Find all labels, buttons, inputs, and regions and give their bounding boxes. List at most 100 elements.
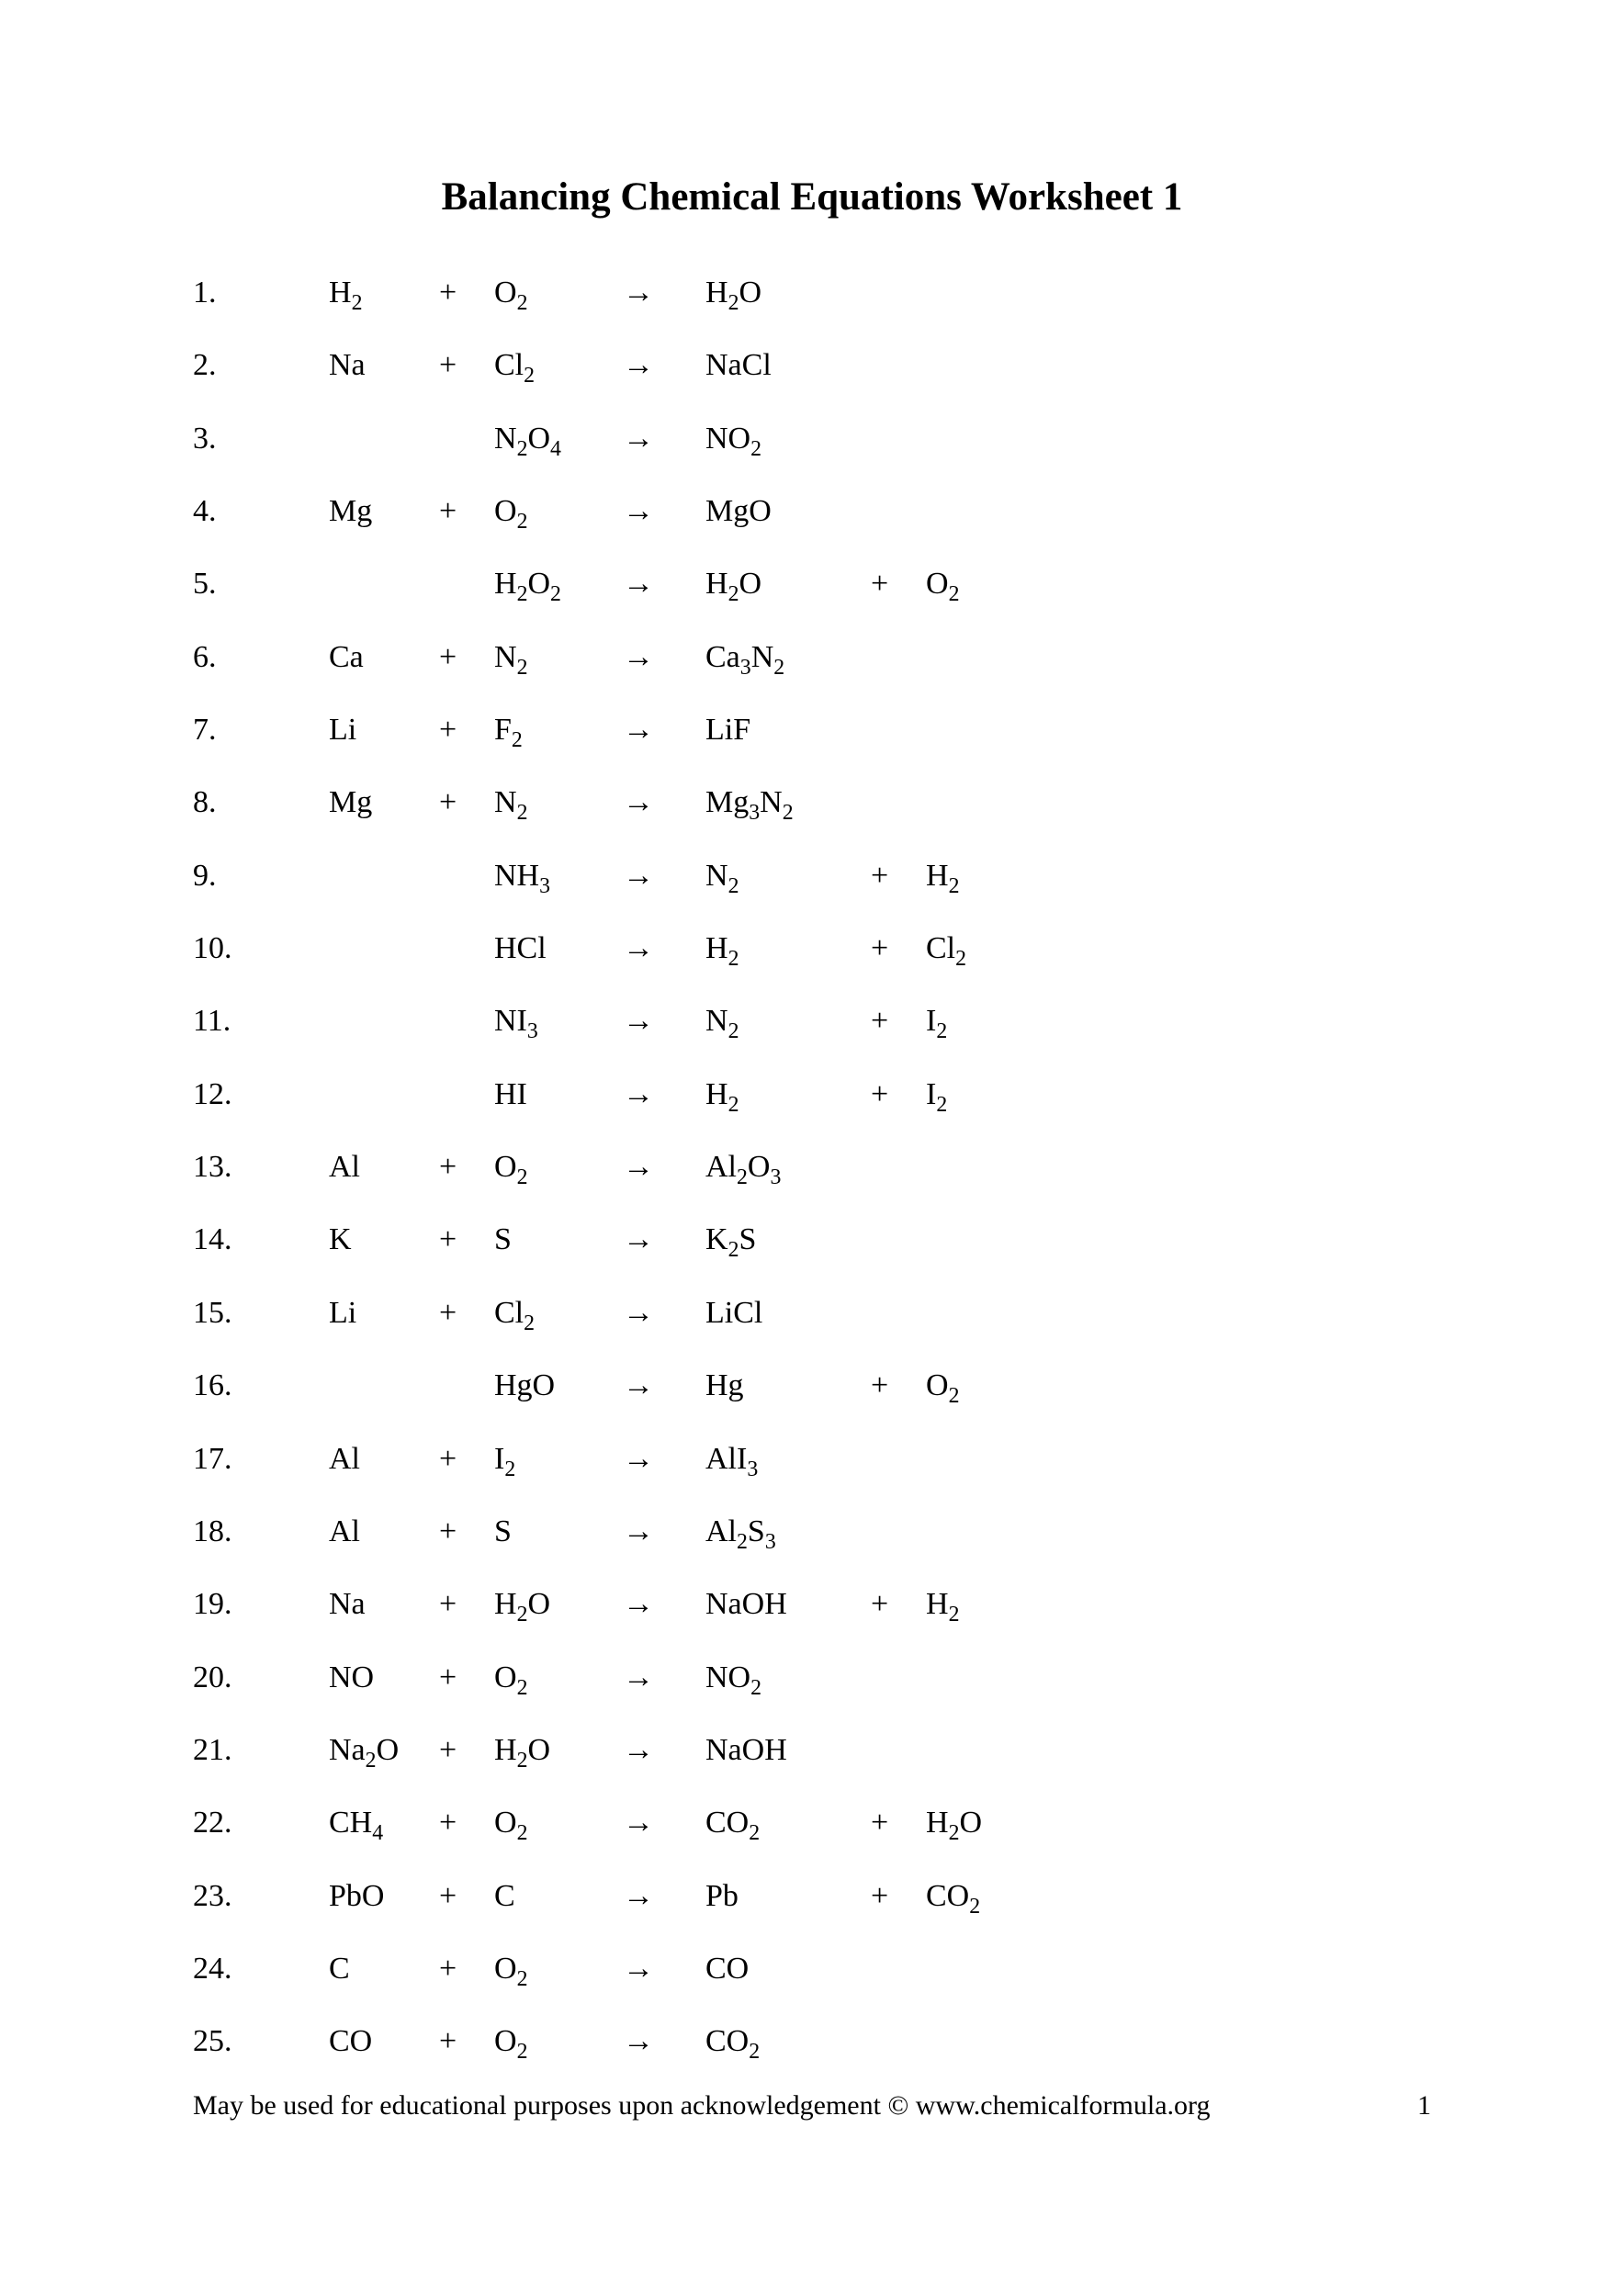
plus-1: +: [439, 1586, 494, 1624]
plus-1: +: [439, 1878, 494, 1916]
equation-row: 12.HI→H2+I2: [193, 1076, 1431, 1118]
product-1: Al2O3: [705, 1149, 871, 1190]
equation-row: 25.CO+O2→CO2: [193, 2023, 1431, 2065]
product-1: H2O: [705, 275, 871, 316]
reactant-2: S: [494, 1514, 623, 1551]
product-1: Hg: [705, 1367, 871, 1405]
reactant-2: H2O2: [494, 566, 623, 607]
page-footer: May be used for educational purposes upo…: [193, 2090, 1431, 2122]
reactant-1: C: [329, 1951, 439, 1988]
arrow-icon: →: [623, 1221, 705, 1259]
equation-row: 1.H2+O2→H2O: [193, 275, 1431, 316]
product-1: N2: [705, 858, 871, 899]
plus-1: +: [439, 784, 494, 822]
page-number: 1: [1417, 2090, 1431, 2122]
reactant-2: H2O: [494, 1732, 623, 1773]
reactant-1: Al: [329, 1149, 439, 1187]
arrow-icon: →: [623, 421, 705, 458]
plus-1: +: [439, 1149, 494, 1187]
equation-row: 18.Al+S→Al2S3: [193, 1514, 1431, 1555]
equation-row: 5.H2O2→H2O+O2: [193, 566, 1431, 607]
product-1: AlI3: [705, 1441, 871, 1482]
reactant-1: K: [329, 1221, 439, 1259]
product-1: H2: [705, 930, 871, 972]
reactant-1: Na: [329, 1586, 439, 1624]
equation-number: 20.: [193, 1660, 329, 1697]
arrow-icon: →: [623, 1076, 705, 1114]
product-1: NO2: [705, 421, 871, 462]
reactant-1: H2: [329, 275, 439, 316]
equation-number: 21.: [193, 1732, 329, 1770]
equation-row: 20.NO+O2→NO2: [193, 1660, 1431, 1701]
equation-row: 8.Mg+N2→Mg3N2: [193, 784, 1431, 826]
product-1: H2: [705, 1076, 871, 1118]
equations-list: 1.H2+O2→H2O2.Na+Cl2→NaCl3.N2O4→NO24.Mg+O…: [193, 275, 1431, 2065]
equation-number: 1.: [193, 275, 329, 312]
equation-number: 19.: [193, 1586, 329, 1624]
arrow-icon: →: [623, 639, 705, 677]
arrow-icon: →: [623, 1878, 705, 1916]
plus-2: +: [871, 1367, 926, 1405]
equation-row: 4.Mg+O2→MgO: [193, 493, 1431, 535]
arrow-icon: →: [623, 1586, 705, 1624]
reactant-2: S: [494, 1221, 623, 1259]
product-1: Pb: [705, 1878, 871, 1916]
equation-row: 23.PbO+C→Pb+CO2: [193, 1878, 1431, 1919]
arrow-icon: →: [623, 1805, 705, 1842]
product-2: H2: [926, 1586, 1036, 1627]
plus-1: +: [439, 2023, 494, 2061]
equation-number: 8.: [193, 784, 329, 822]
footer-text: May be used for educational purposes upo…: [193, 2090, 1210, 2122]
plus-2: +: [871, 1878, 926, 1916]
equation-number: 16.: [193, 1367, 329, 1405]
product-1: LiCl: [705, 1295, 871, 1333]
product-2: O2: [926, 566, 1036, 607]
arrow-icon: →: [623, 1732, 705, 1770]
product-1: K2S: [705, 1221, 871, 1263]
plus-1: +: [439, 1951, 494, 1988]
equation-number: 14.: [193, 1221, 329, 1259]
arrow-icon: →: [623, 1295, 705, 1333]
reactant-2: F2: [494, 712, 623, 753]
reactant-2: HgO: [494, 1367, 623, 1405]
product-1: CO: [705, 1951, 871, 1988]
reactant-1: Li: [329, 1295, 439, 1333]
equation-row: 17.Al+I2→AlI3: [193, 1441, 1431, 1482]
reactant-2: N2: [494, 639, 623, 681]
product-2: H2: [926, 858, 1036, 899]
equation-row: 22.CH4+O2→CO2+H2O: [193, 1805, 1431, 1846]
reactant-2: NH3: [494, 858, 623, 899]
product-1: CO2: [705, 1805, 871, 1846]
reactant-2: Cl2: [494, 1295, 623, 1336]
equation-row: 24.C+O2→CO: [193, 1951, 1431, 1992]
reactant-2: HCl: [494, 930, 623, 968]
product-2: I2: [926, 1003, 1036, 1044]
reactant-2: HI: [494, 1076, 623, 1114]
product-1: Mg3N2: [705, 784, 871, 826]
product-2: Cl2: [926, 930, 1036, 972]
equation-number: 22.: [193, 1805, 329, 1842]
reactant-2: O2: [494, 1951, 623, 1992]
reactant-2: O2: [494, 1805, 623, 1846]
equation-row: 16.HgO→Hg+O2: [193, 1367, 1431, 1409]
reactant-1: Mg: [329, 784, 439, 822]
worksheet-page: Balancing Chemical Equations Worksheet 1…: [0, 0, 1624, 2296]
plus-1: +: [439, 347, 494, 385]
reactant-1: CH4: [329, 1805, 439, 1846]
equation-number: 5.: [193, 566, 329, 603]
reactant-1: Al: [329, 1514, 439, 1551]
arrow-icon: →: [623, 712, 705, 749]
reactant-1: Li: [329, 712, 439, 749]
plus-2: +: [871, 1805, 926, 1842]
product-1: Ca3N2: [705, 639, 871, 681]
plus-1: +: [439, 712, 494, 749]
equation-row: 21.Na2O+H2O→NaOH: [193, 1732, 1431, 1773]
reactant-1: NO: [329, 1660, 439, 1697]
equation-number: 7.: [193, 712, 329, 749]
arrow-icon: →: [623, 566, 705, 603]
reactant-1: Al: [329, 1441, 439, 1479]
arrow-icon: →: [623, 493, 705, 531]
reactant-2: O2: [494, 2023, 623, 2065]
product-1: NaCl: [705, 347, 871, 385]
product-1: NO2: [705, 1660, 871, 1701]
